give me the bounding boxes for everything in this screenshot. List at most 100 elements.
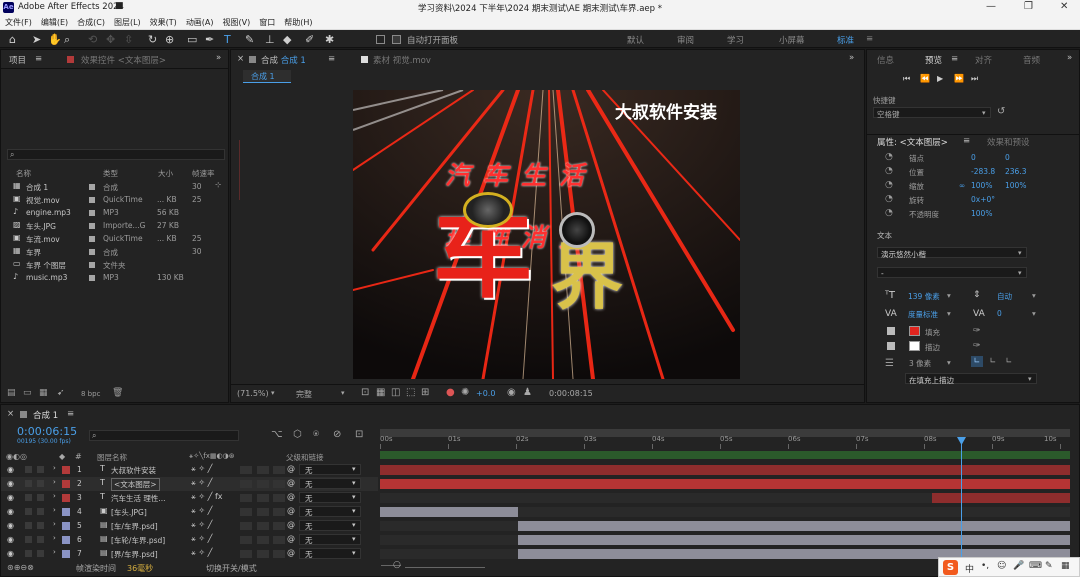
tab-timeline[interactable]: 合成 1 — [33, 409, 58, 425]
stroke-width-dropdown-icon[interactable]: ▾ — [947, 358, 951, 367]
visibility-eye-icon[interactable]: ◉ — [7, 521, 14, 530]
mode-switch-box[interactable] — [273, 522, 285, 530]
close-icon[interactable]: ✕ — [1060, 1, 1068, 12]
mode-switch-box[interactable] — [273, 480, 285, 488]
interpret-footage-icon[interactable]: ▤ — [7, 388, 16, 398]
transform-value-x[interactable]: 0 — [971, 153, 976, 162]
timeline-lock-icon[interactable] — [20, 411, 27, 418]
menu-composition[interactable]: 合成(C) — [77, 17, 105, 28]
panel-expand-icon[interactable]: » — [216, 53, 221, 69]
auto-open-checkbox[interactable] — [376, 35, 385, 44]
project-item[interactable]: ▣ 车流.mov QuickTime ... KB 25 — [7, 233, 225, 245]
toolbox-icon[interactable]: ▦ — [1061, 561, 1070, 571]
menu-effect[interactable]: 效果(T) — [150, 17, 177, 28]
prev-frame-icon[interactable]: ⏪ — [920, 74, 930, 83]
layer-switches[interactable]: ⚹ ✧ ╱ — [191, 548, 212, 558]
transform-value-y[interactable]: 0 — [1005, 153, 1010, 162]
visibility-eye-icon[interactable]: ◉ — [7, 507, 14, 516]
tab-preview[interactable]: 预览 — [925, 54, 942, 70]
parent-pickwhip-icon[interactable]: @ — [287, 534, 295, 543]
type-tool-icon[interactable]: T — [224, 33, 231, 46]
stopwatch-icon[interactable]: ◔ — [885, 208, 893, 218]
tracking-dropdown-icon[interactable]: ▾ — [1032, 309, 1036, 318]
first-frame-icon[interactable]: ⏮ — [903, 74, 910, 84]
layer-label-color[interactable] — [62, 494, 70, 502]
shortcut-select[interactable]: 空格键 ▾ — [873, 107, 991, 119]
transform-value-x[interactable]: 100% — [971, 181, 992, 190]
stopwatch-icon[interactable]: ◔ — [885, 166, 893, 176]
lock-switch[interactable] — [37, 536, 44, 543]
transform-value-x[interactable]: -283.8 — [971, 167, 995, 176]
mode-switch-box[interactable] — [257, 466, 269, 474]
timeline-toggles-icons[interactable]: ⊛⊕⊖⊗ — [7, 563, 34, 572]
parent-select[interactable]: 无 ▾ — [299, 464, 361, 475]
punctuation-icon[interactable]: •, — [981, 561, 989, 571]
mode-switch-box[interactable] — [240, 522, 252, 530]
label-color-swatch[interactable] — [89, 236, 95, 242]
parent-pickwhip-icon[interactable]: @ — [287, 478, 295, 487]
project-item[interactable]: ▦ 车界 合成 30 — [7, 246, 225, 258]
layer-switches[interactable]: ⚹ ✧ ╱ — [191, 534, 212, 544]
expand-twirl-icon[interactable]: › — [53, 492, 56, 500]
play-icon[interactable]: ▶ — [937, 74, 943, 83]
fill-checkbox[interactable] — [887, 327, 895, 335]
grid-guides-icon[interactable]: ⊞ — [421, 387, 429, 398]
tab-menu-icon[interactable]: ≡ — [328, 54, 335, 70]
transparency-grid-icon[interactable]: ▦ — [376, 387, 385, 398]
comp-subtab[interactable]: 合成 1 — [243, 70, 291, 83]
mode-switch-box[interactable] — [273, 494, 285, 502]
sogou-logo-icon[interactable]: S — [943, 560, 958, 575]
new-comp-icon[interactable]: ▦ — [39, 388, 48, 398]
project-item[interactable]: ▨ 车头.JPG Importe...G 27 KB — [7, 220, 225, 232]
next-frame-icon[interactable]: ⏩ — [954, 74, 964, 83]
emoji-icon[interactable]: ☺ — [997, 561, 1006, 571]
col-name[interactable]: 名称 — [16, 168, 31, 179]
stroke-color-swatch[interactable] — [909, 341, 920, 351]
solo-switch[interactable] — [25, 494, 32, 501]
mode-switch-box[interactable] — [240, 536, 252, 544]
home-icon[interactable]: ⌂ — [9, 33, 16, 46]
label-color-swatch[interactable] — [89, 223, 95, 229]
voice-icon[interactable]: 🎤 — [1013, 561, 1024, 571]
font-size-dropdown-icon[interactable]: ▾ — [947, 291, 951, 300]
selection-tool-icon[interactable]: ➤ — [32, 33, 41, 46]
tab-footage[interactable]: 素材 视觉.mov — [373, 54, 431, 70]
corner-text[interactable]: 大叔软件安装 — [615, 98, 717, 123]
workspace-menu-icon[interactable]: ≡ — [866, 34, 873, 44]
zoom-slider-handle[interactable]: ○ — [393, 560, 401, 570]
orbit-tool-icon[interactable]: ⟲ — [88, 33, 97, 46]
mode-switch-box[interactable] — [257, 522, 269, 530]
lock-switch[interactable] — [37, 508, 44, 515]
motion-blur-icon[interactable]: ⊘ — [333, 429, 341, 440]
expand-twirl-icon[interactable]: › — [53, 534, 56, 542]
mode-switch-box[interactable] — [257, 536, 269, 544]
auto-open-checkbox-2[interactable] — [392, 35, 401, 44]
workspace-small-screen[interactable]: 小屏幕 — [779, 34, 805, 46]
kerning-value[interactable]: 度量标准 — [908, 309, 938, 320]
layer-name[interactable]: 汽车生活 理性... — [111, 493, 166, 504]
layer-row[interactable]: ◉ › 2 T <文本图层> ⚹ ✧ ╱ @ 无 ▾ — [1, 477, 378, 491]
transform-value-y[interactable]: 236.3 — [1005, 167, 1026, 176]
stroke-width-value[interactable]: 3 像素 — [909, 358, 931, 369]
layer-switches[interactable]: ⚹ ✧ ╱ fx — [191, 492, 223, 502]
col-type[interactable]: 类型 — [103, 168, 118, 179]
solo-switch[interactable] — [25, 466, 32, 473]
current-time[interactable]: 0:00:06:15 — [17, 425, 77, 438]
visibility-eye-icon[interactable]: ◉ — [7, 465, 14, 474]
layer-row[interactable]: ◉ › 6 ▤ [车轮/车界.psd] ⚹ ✧ ╱ @ 无 ▾ — [1, 533, 378, 547]
ime-language[interactable]: 中 — [965, 562, 974, 575]
mode-switch-box[interactable] — [257, 480, 269, 488]
mode-switch-box[interactable] — [257, 494, 269, 502]
tab-menu-icon[interactable]: ≡ — [67, 409, 74, 425]
layer-label-color[interactable] — [62, 522, 70, 530]
expand-twirl-icon[interactable]: › — [53, 464, 56, 472]
layer-switches[interactable]: ⚹ ✧ ╱ — [191, 520, 212, 530]
project-settings-icon[interactable]: ➹ — [57, 388, 65, 398]
layer-label-color[interactable] — [62, 550, 70, 558]
menu-layer[interactable]: 图层(L) — [114, 17, 141, 28]
tab-properties[interactable]: 属性: <文本图层> — [877, 136, 948, 152]
new-folder-icon[interactable]: ▭ — [23, 388, 32, 398]
expand-twirl-icon[interactable]: › — [53, 520, 56, 528]
time-ruler[interactable]: 00s 01s 02s 03s 04s 05s 06s 07s 08s 09s 10s — [380, 435, 1070, 449]
tab-menu-icon[interactable]: ≡ — [951, 54, 958, 70]
